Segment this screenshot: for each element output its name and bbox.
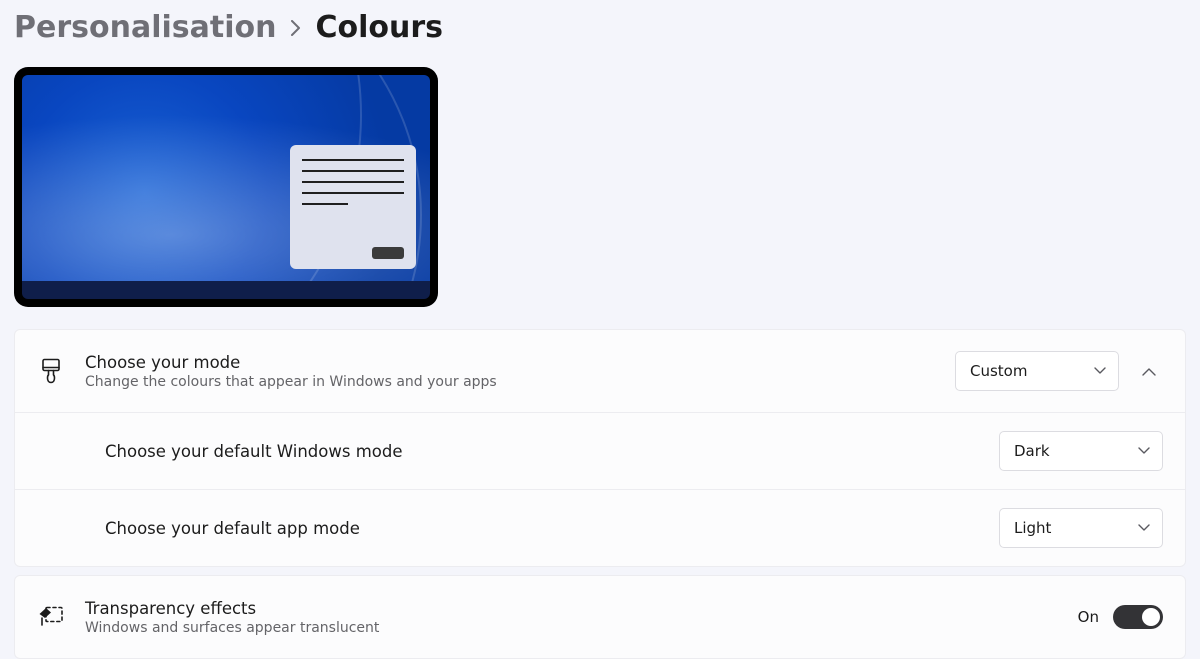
chevron-down-icon — [1094, 367, 1106, 375]
paintbrush-icon — [37, 358, 65, 384]
chevron-up-icon — [1142, 367, 1156, 376]
app-mode-value: Light — [1014, 519, 1051, 537]
breadcrumb: Personalisation Colours — [14, 0, 1186, 67]
choose-mode-description: Change the colours that appear in Window… — [85, 374, 935, 390]
app-mode-row: Choose your default app mode Light — [15, 489, 1185, 566]
choose-mode-title: Choose your mode — [85, 353, 935, 372]
app-mode-title: Choose your default app mode — [105, 519, 979, 538]
windows-mode-value: Dark — [1014, 442, 1050, 460]
app-mode-dropdown[interactable]: Light — [999, 508, 1163, 548]
choose-mode-card: Choose your mode Change the colours that… — [14, 329, 1186, 567]
choose-mode-value: Custom — [970, 362, 1027, 380]
breadcrumb-current: Colours — [315, 10, 443, 45]
windows-mode-row: Choose your default Windows mode Dark — [15, 412, 1185, 489]
chevron-down-icon — [1138, 447, 1150, 455]
transparency-toggle[interactable] — [1113, 605, 1163, 629]
collapse-button[interactable] — [1135, 357, 1163, 385]
choose-mode-dropdown[interactable]: Custom — [955, 351, 1119, 391]
colour-preview-thumbnail — [14, 67, 438, 307]
transparency-icon — [37, 606, 65, 628]
choose-mode-row[interactable]: Choose your mode Change the colours that… — [15, 330, 1185, 412]
breadcrumb-parent[interactable]: Personalisation — [14, 10, 276, 45]
windows-mode-dropdown[interactable]: Dark — [999, 431, 1163, 471]
windows-mode-title: Choose your default Windows mode — [105, 442, 979, 461]
transparency-title: Transparency effects — [85, 599, 1058, 618]
transparency-state-label: On — [1078, 608, 1099, 626]
chevron-right-icon — [290, 20, 301, 36]
transparency-row: Transparency effects Windows and surface… — [15, 576, 1185, 658]
transparency-card: Transparency effects Windows and surface… — [14, 575, 1186, 659]
preview-window-icon — [290, 145, 416, 269]
transparency-description: Windows and surfaces appear translucent — [85, 620, 1058, 636]
chevron-down-icon — [1138, 524, 1150, 532]
